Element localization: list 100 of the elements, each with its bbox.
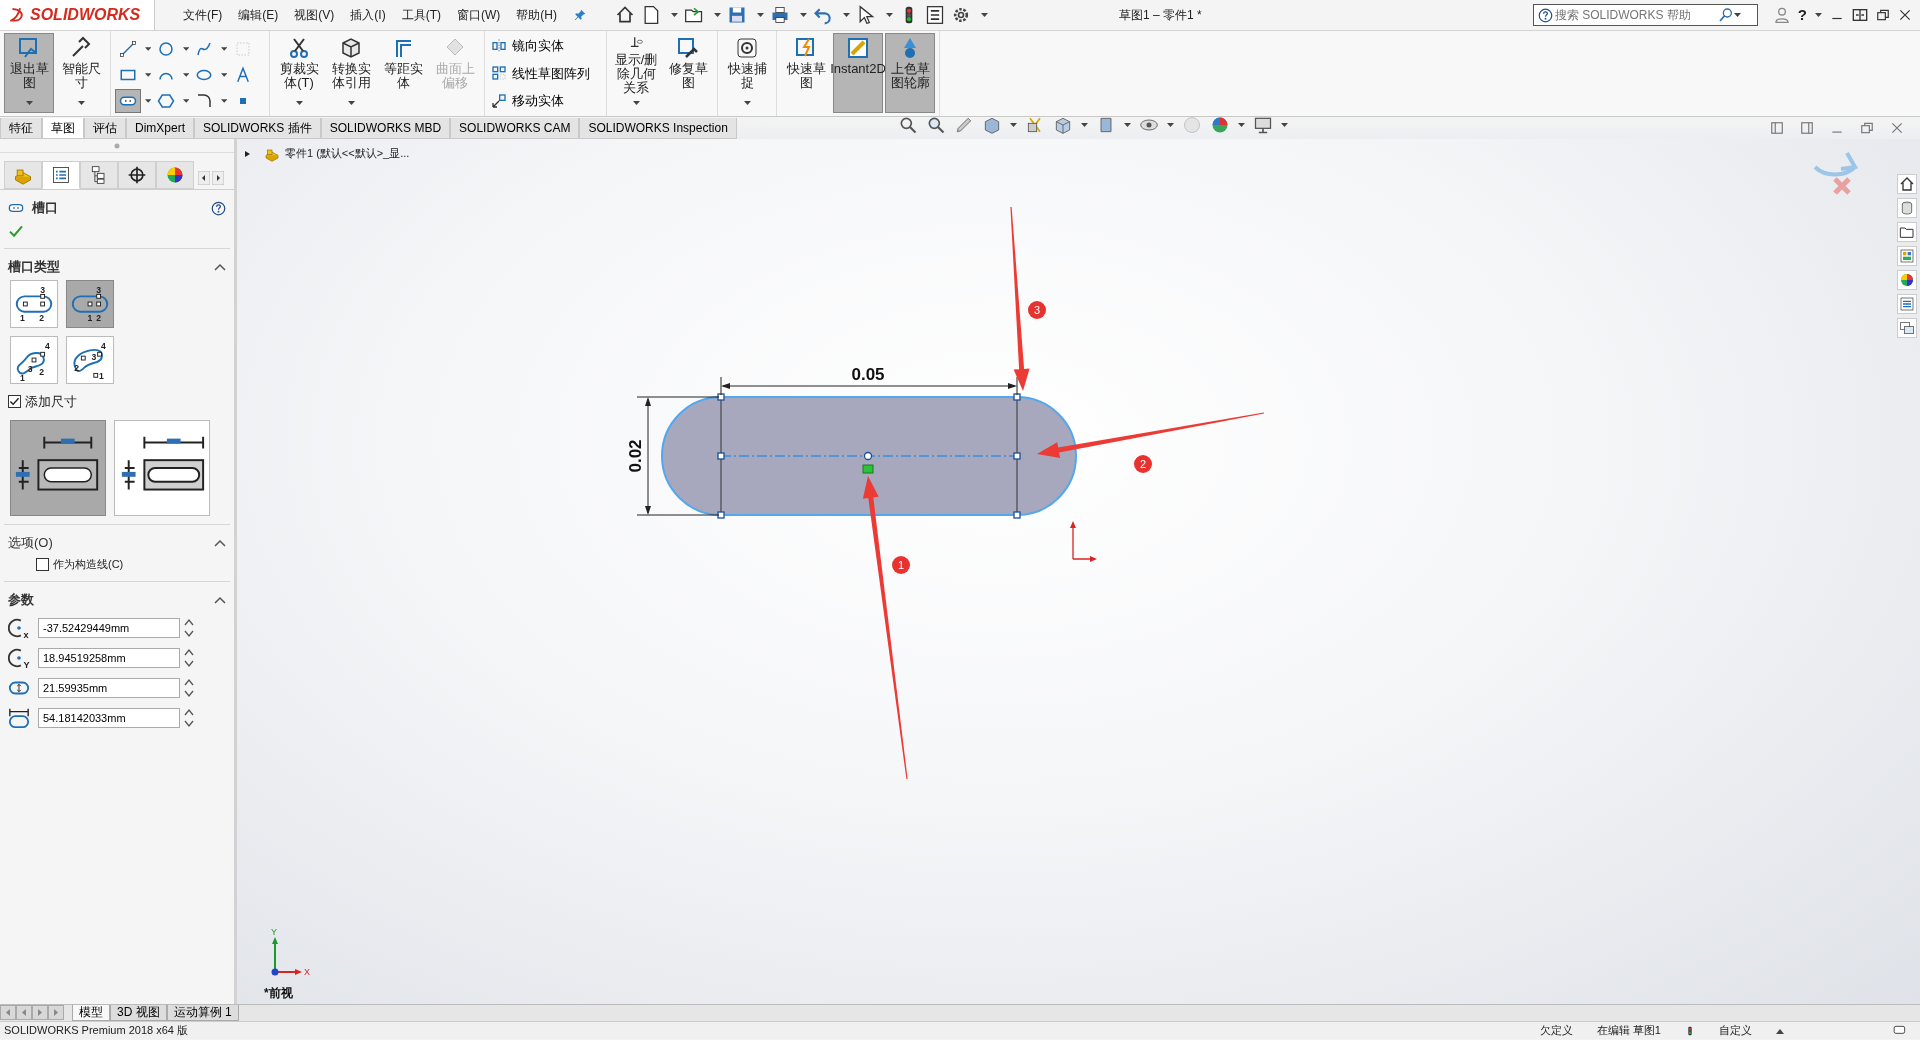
- sketch-point[interactable]: [1013, 511, 1021, 519]
- list-icon[interactable]: [925, 5, 945, 25]
- monitor-icon[interactable]: [1253, 115, 1273, 135]
- menu-item[interactable]: 文件(F): [183, 6, 223, 24]
- sketch-point[interactable]: [717, 452, 725, 460]
- home-icon[interactable]: [615, 5, 635, 25]
- check-icon[interactable]: [8, 223, 24, 240]
- center-point[interactable]: [863, 451, 873, 461]
- save-icon[interactable]: [727, 5, 747, 25]
- command-tab[interactable]: SOLIDWORKS 插件: [194, 118, 321, 139]
- print-icon[interactable]: [770, 5, 790, 25]
- checkbox[interactable]: [36, 557, 49, 571]
- toolbar-button[interactable]: 剪裁实体(T): [274, 33, 324, 113]
- collapse-icon[interactable]: [214, 596, 226, 605]
- toolbar-button[interactable]: Instant2D: [833, 33, 883, 113]
- view-tab[interactable]: 3D 视图: [110, 1005, 167, 1021]
- spinner-icon[interactable]: [184, 708, 194, 728]
- pane-right-icon[interactable]: [1800, 121, 1814, 135]
- section-view-icon[interactable]: [982, 115, 1002, 135]
- dimension-text[interactable]: 0.02: [626, 439, 645, 473]
- toolbar-button[interactable]: 等距实体: [378, 33, 428, 113]
- command-tab[interactable]: 草图: [42, 118, 84, 139]
- search-field[interactable]: 搜索 SOLIDWORKS 帮助: [1552, 6, 1718, 24]
- toolbar-button[interactable]: 移动实体: [489, 90, 592, 112]
- command-tab[interactable]: 特征: [0, 118, 42, 139]
- tool-button[interactable]: [115, 89, 141, 113]
- toolbar-button[interactable]: 上色草图轮廓: [885, 33, 935, 113]
- restore-icon[interactable]: [1876, 8, 1890, 22]
- toolbar-button[interactable]: 快速捕捉: [722, 33, 772, 113]
- pin-icon[interactable]: [573, 8, 587, 22]
- slot-shape[interactable]: [661, 396, 1077, 516]
- spinner-icon[interactable]: [184, 618, 194, 638]
- view-tab[interactable]: 模型: [72, 1005, 110, 1021]
- panel-tab[interactable]: [42, 161, 80, 189]
- pencil-view-icon[interactable]: [954, 115, 974, 135]
- pane-left-icon[interactable]: [1770, 121, 1784, 135]
- collapse-icon[interactable]: [214, 539, 226, 548]
- spinner-icon[interactable]: [184, 648, 194, 668]
- toolbar-button[interactable]: 镜向实体: [489, 35, 592, 57]
- panel-tab[interactable]: [156, 161, 194, 189]
- panel-tab[interactable]: [80, 161, 118, 189]
- dimension-placement-option[interactable]: [114, 419, 210, 516]
- command-tab[interactable]: SOLIDWORKS CAM: [450, 118, 580, 139]
- folder-icon[interactable]: [1899, 224, 1915, 240]
- grip-icon[interactable]: [114, 142, 120, 149]
- toolbar-button[interactable]: 显示/删除几何关系: [611, 33, 661, 113]
- help-icon[interactable]: [211, 201, 226, 217]
- scroll-right-icon[interactable]: [212, 171, 224, 185]
- command-tab[interactable]: 评估: [84, 118, 126, 139]
- panel-tab[interactable]: [118, 161, 156, 189]
- settings-icon[interactable]: [951, 5, 971, 25]
- sketch-point[interactable]: [717, 393, 725, 401]
- chat-icon[interactable]: [1899, 320, 1915, 336]
- cylinder-icon[interactable]: [1899, 200, 1915, 216]
- open-folder-icon[interactable]: [684, 5, 704, 25]
- input-field[interactable]: 18.94519258mm: [38, 648, 180, 668]
- sketch-point[interactable]: [1013, 452, 1021, 460]
- sketch-point[interactable]: [717, 511, 725, 519]
- command-tab[interactable]: SOLIDWORKS MBD: [320, 118, 451, 139]
- toolbar-button[interactable]: 修复草图: [663, 33, 713, 113]
- color-sphere-icon[interactable]: [1210, 115, 1230, 135]
- slot-type-option[interactable]: 4 3 2 1: [66, 336, 114, 384]
- command-tab[interactable]: SOLIDWORKS Inspection: [579, 118, 737, 139]
- help-menu[interactable]: ?: [1797, 3, 1807, 27]
- tree-item[interactable]: 零件1 (默认<<默认>_显...: [285, 145, 410, 162]
- toolbar-button[interactable]: 转换实体引用: [326, 33, 376, 113]
- dimension-placement-option[interactable]: [10, 419, 106, 516]
- caret-up-icon[interactable]: [1776, 1027, 1784, 1034]
- slot-type-option[interactable]: 4 3 2 1: [10, 336, 58, 384]
- menu-item[interactable]: 帮助(H): [516, 6, 557, 24]
- menu-item[interactable]: 插入(I): [350, 6, 386, 24]
- close-icon[interactable]: [1898, 8, 1912, 22]
- menu-item[interactable]: 编辑(E): [238, 6, 279, 24]
- zoom-fit-icon[interactable]: [898, 115, 918, 135]
- menu-item[interactable]: 视图(V): [294, 6, 335, 24]
- status-text[interactable]: 自定义: [1719, 1022, 1752, 1039]
- menu-item[interactable]: 窗口(W): [457, 6, 501, 24]
- input-field[interactable]: 21.59935mm: [38, 678, 180, 698]
- color-wheel-icon[interactable]: [1899, 272, 1915, 288]
- dimension-text[interactable]: 0.05: [851, 365, 885, 384]
- checkbox[interactable]: [8, 395, 21, 409]
- menu-item[interactable]: 工具(T): [401, 6, 441, 24]
- scroll-left-icon[interactable]: [198, 171, 210, 185]
- view-cube-icon[interactable]: [1053, 115, 1073, 135]
- toolbar-button[interactable]: 智能尺寸: [56, 33, 106, 113]
- tile-icon[interactable]: [1852, 7, 1868, 23]
- search-field[interactable]: 搜索 SOLIDWORKS 帮助: [1532, 4, 1758, 26]
- collapse-icon[interactable]: [214, 263, 226, 272]
- slot-type-option[interactable]: 3 1 2: [10, 280, 58, 328]
- zoom-area-icon[interactable]: [926, 115, 946, 135]
- slot-type-option[interactable]: 3 1 2: [66, 280, 114, 328]
- input-field[interactable]: 54.18142033mm: [38, 708, 180, 728]
- input-field[interactable]: -37.52429449mm: [38, 618, 180, 638]
- palette-icon[interactable]: [1899, 248, 1915, 264]
- spinner-icon[interactable]: [184, 678, 194, 698]
- home-icon[interactable]: [1899, 176, 1915, 192]
- sketch-point[interactable]: [1013, 393, 1021, 401]
- expand-icon[interactable]: [243, 149, 251, 158]
- toolbar-button[interactable]: 退出草图: [4, 33, 54, 113]
- midpoint-marker[interactable]: [862, 464, 874, 474]
